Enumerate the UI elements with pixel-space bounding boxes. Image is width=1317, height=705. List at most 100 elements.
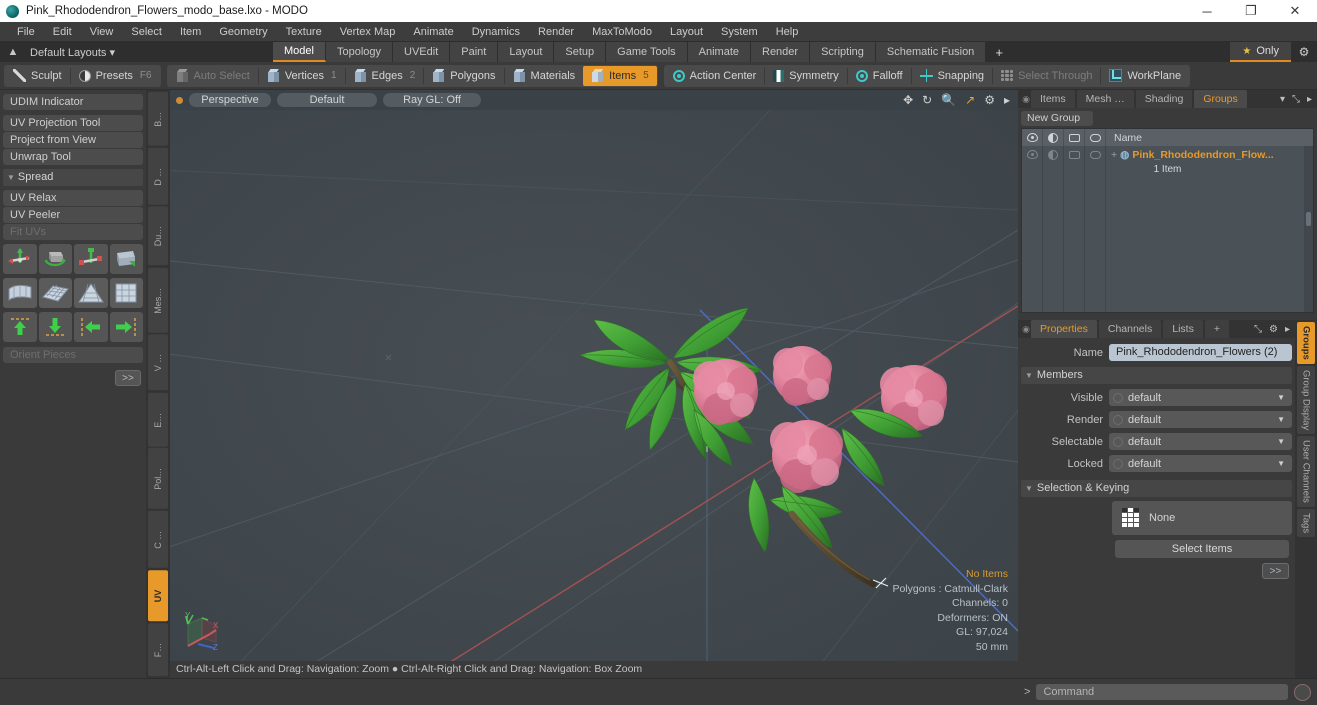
panel-arrow-icon[interactable]: ▸ xyxy=(1307,94,1312,105)
properties-arrow-icon[interactable]: ▸ xyxy=(1285,324,1290,335)
properties-tab-2[interactable]: Lists xyxy=(1163,320,1203,338)
right-tab-shading[interactable]: Shading xyxy=(1135,90,1193,108)
locked-dropdown[interactable]: default ▼ xyxy=(1109,455,1292,472)
uv-move-tool-icon[interactable] xyxy=(3,244,37,274)
layout-tab-setup[interactable]: Setup xyxy=(554,42,607,62)
workplane-button[interactable]: WorkPlane xyxy=(1101,66,1189,86)
viewport-3d[interactable]: Perspective Default Ray GL: Off ✥ ↻ 🔍 ↗ … xyxy=(170,90,1018,678)
menu-item-system[interactable]: System xyxy=(712,22,767,42)
menu-item-maxtomodo[interactable]: MaxToModo xyxy=(583,22,661,42)
minimize-button[interactable]: ─ xyxy=(1185,0,1229,22)
properties-side-tab-user-channels[interactable]: User Channels xyxy=(1297,435,1315,507)
shading-mode-dropdown[interactable]: Default xyxy=(277,93,377,107)
uv-fit-tool-icon[interactable] xyxy=(109,244,143,274)
menu-item-animate[interactable]: Animate xyxy=(404,22,462,42)
presets-button[interactable]: Presets F6 xyxy=(71,66,160,86)
select-through-button[interactable]: Select Through xyxy=(993,66,1100,86)
layout-tab-paint[interactable]: Paint xyxy=(450,42,499,62)
layout-tab-render[interactable]: Render xyxy=(751,42,811,62)
menu-item-help[interactable]: Help xyxy=(767,22,808,42)
groups-tree[interactable]: Name + ◍ Pink_Rhododendron_Flow... 1 Ite… xyxy=(1021,128,1314,313)
menu-item-texture[interactable]: Texture xyxy=(277,22,331,42)
uv-align-left-icon[interactable] xyxy=(74,312,108,342)
action-center-button[interactable]: Action Center xyxy=(665,66,765,86)
uv-scale-tool-icon[interactable] xyxy=(74,244,108,274)
layout-tab-model[interactable]: Model xyxy=(273,42,326,62)
settings-gear-icon[interactable]: ⚙ xyxy=(1291,42,1317,62)
uv-align-right-icon[interactable] xyxy=(109,312,143,342)
orient-pieces-button[interactable]: Orient Pieces xyxy=(3,347,143,363)
layout-tab-schematic-fusion[interactable]: Schematic Fusion xyxy=(875,42,987,62)
move-icon[interactable]: ✥ xyxy=(903,94,913,106)
fit-uvs-button[interactable]: Fit UVs xyxy=(3,224,143,240)
table-row[interactable]: + ◍ Pink_Rhododendron_Flow... xyxy=(1022,146,1313,163)
uv-unwrap-icon[interactable] xyxy=(3,278,37,308)
uv-grid-icon[interactable] xyxy=(38,278,72,308)
left-vtab-7[interactable]: C … xyxy=(148,510,168,568)
properties-knob-icon[interactable]: ◉ xyxy=(1021,320,1031,338)
edges-button[interactable]: Edges 2 xyxy=(346,66,424,86)
left-vtab-5[interactable]: E… xyxy=(148,392,168,447)
properties-tab-1[interactable]: Channels xyxy=(1098,320,1162,338)
select-items-button[interactable]: Select Items xyxy=(1115,540,1289,558)
properties-tab-0[interactable]: Properties xyxy=(1031,320,1097,338)
close-button[interactable]: ✕ xyxy=(1273,0,1317,22)
rotate-icon[interactable]: ↻ xyxy=(922,94,932,106)
left-vtab-2[interactable]: Du… xyxy=(148,206,168,266)
uv-align-up-icon[interactable] xyxy=(3,312,37,342)
viewport-canvas[interactable] xyxy=(170,110,1018,678)
row-selectable-toggle[interactable] xyxy=(1064,146,1085,163)
properties-side-tab-tags[interactable]: Tags xyxy=(1297,508,1315,537)
udim-indicator-button[interactable]: UDIM Indicator xyxy=(3,94,143,110)
uv-rotate-tool-icon[interactable] xyxy=(38,244,72,274)
layout-tab-scripting[interactable]: Scripting xyxy=(810,42,876,62)
vertices-button[interactable]: Vertices 1 xyxy=(259,66,345,86)
left-vtab-9[interactable]: F… xyxy=(148,622,168,676)
maximize-button[interactable]: ❐ xyxy=(1229,0,1273,22)
layout-tab-game-tools[interactable]: Game Tools xyxy=(606,42,688,62)
menu-item-geometry[interactable]: Geometry xyxy=(210,22,276,42)
polygons-button[interactable]: Polygons xyxy=(424,66,503,86)
menu-item-render[interactable]: Render xyxy=(529,22,583,42)
row-visibility-toggle[interactable] xyxy=(1022,146,1043,163)
left-vtab-8[interactable]: UV xyxy=(148,569,168,621)
falloff-button[interactable]: Falloff xyxy=(848,66,911,86)
left-panel-more-button[interactable]: >> xyxy=(115,370,141,386)
command-input[interactable]: Command xyxy=(1036,684,1288,700)
right-tab-groups[interactable]: Groups xyxy=(1194,90,1247,108)
left-vtab-6[interactable]: Pol… xyxy=(148,448,168,509)
home-icon[interactable]: ▲ xyxy=(0,42,26,62)
arrow-right-icon[interactable]: ▸ xyxy=(1004,94,1010,106)
properties-gear-icon[interactable]: ⚙ xyxy=(1269,324,1278,335)
sculpt-button[interactable]: Sculpt xyxy=(5,66,70,86)
spread-section-header[interactable]: ▼ Spread xyxy=(3,169,143,186)
uv-relax-button[interactable]: UV Relax xyxy=(3,190,143,206)
layout-tab-animate[interactable]: Animate xyxy=(687,42,751,62)
members-section-header[interactable]: ▼ Members xyxy=(1021,367,1292,384)
uv-relax-icon[interactable] xyxy=(74,278,108,308)
right-tab-items[interactable]: Items xyxy=(1031,90,1075,108)
properties-side-tab-groups[interactable]: Groups xyxy=(1297,322,1315,364)
selection-keying-section-header[interactable]: ▼ Selection & Keying xyxy=(1021,480,1292,497)
auto-select-button[interactable]: Auto Select xyxy=(168,66,258,86)
menu-item-dynamics[interactable]: Dynamics xyxy=(463,22,529,42)
uv-projection-tool-button[interactable]: UV Projection Tool xyxy=(3,115,143,131)
tree-scrollbar[interactable] xyxy=(1304,146,1313,312)
row-render-toggle[interactable] xyxy=(1043,146,1064,163)
render-dropdown[interactable]: default ▼ xyxy=(1109,411,1292,428)
menu-item-file[interactable]: File xyxy=(8,22,44,42)
layout-tab-layout[interactable]: Layout xyxy=(498,42,555,62)
uv-square-icon[interactable] xyxy=(109,278,143,308)
expand-panel-icon[interactable]: ⤡ xyxy=(1292,94,1300,105)
right-tab-mesh[interactable]: Mesh … xyxy=(1076,90,1134,108)
properties-tab-3[interactable]: + xyxy=(1204,320,1229,338)
menu-item-layout[interactable]: Layout xyxy=(661,22,712,42)
expander-icon[interactable]: + xyxy=(1111,149,1117,161)
row-lock-toggle[interactable] xyxy=(1085,146,1106,163)
expand-properties-icon[interactable]: ⤡ xyxy=(1254,324,1262,335)
symmetry-button[interactable]: Symmetry xyxy=(765,66,847,86)
view-mode-dropdown[interactable]: Perspective xyxy=(189,93,271,107)
left-vtab-4[interactable]: V … xyxy=(148,334,168,391)
group-item-name[interactable]: + ◍ Pink_Rhododendron_Flow... xyxy=(1106,146,1313,163)
selectable-dropdown[interactable]: default ▼ xyxy=(1109,433,1292,450)
